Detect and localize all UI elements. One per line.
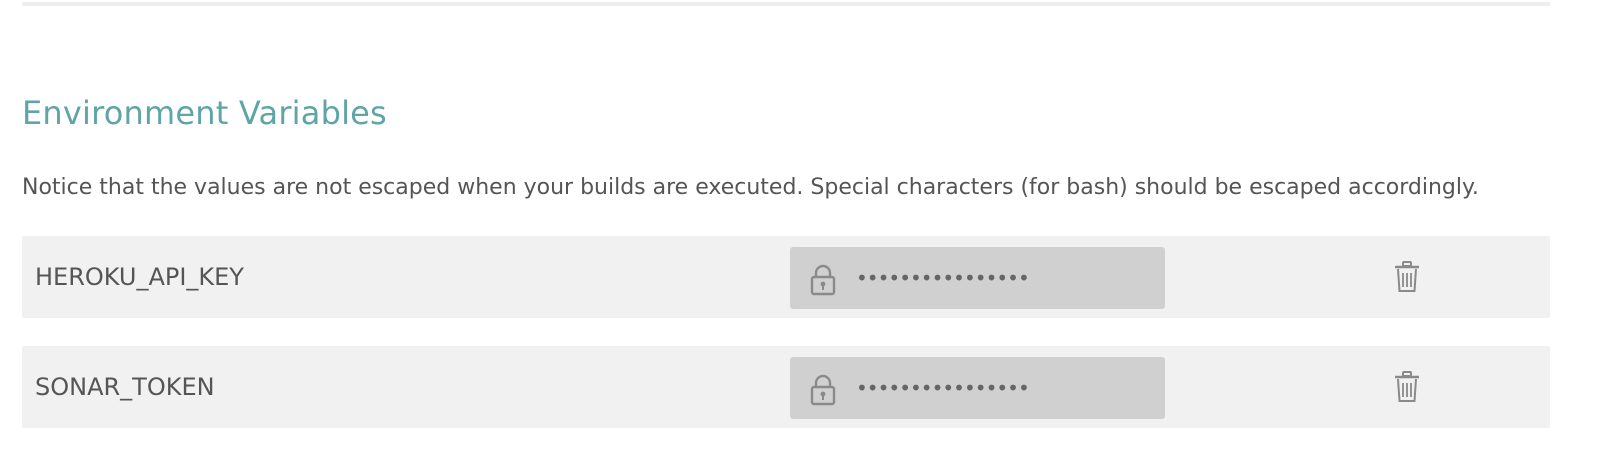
trash-icon [1392, 371, 1422, 407]
env-var-row: SONAR_TOKEN •••••••••••••••• [22, 346, 1550, 428]
masked-value: •••••••••••••••• [856, 266, 1030, 290]
lock-icon [810, 264, 836, 296]
masked-value: •••••••••••••••• [856, 376, 1030, 400]
env-var-name: HEROKU_API_KEY [35, 263, 244, 291]
env-var-row: HEROKU_API_KEY •••••••••••••••• [22, 236, 1550, 318]
delete-env-var-button[interactable] [1392, 261, 1422, 293]
env-var-value-field[interactable]: •••••••••••••••• [790, 357, 1165, 419]
section-title: Environment Variables [22, 94, 387, 132]
escape-notice: Notice that the values are not escaped w… [22, 175, 1479, 200]
trash-icon [1392, 261, 1422, 297]
lock-icon [810, 374, 836, 406]
env-var-value-field[interactable]: •••••••••••••••• [790, 247, 1165, 309]
env-var-name: SONAR_TOKEN [35, 373, 215, 401]
env-var-list: HEROKU_API_KEY •••••••••••••••• SONAR_TO… [22, 236, 1550, 456]
env-settings-page: Environment Variables Notice that the va… [0, 0, 1600, 458]
top-divider [22, 2, 1550, 6]
delete-env-var-button[interactable] [1392, 371, 1422, 403]
